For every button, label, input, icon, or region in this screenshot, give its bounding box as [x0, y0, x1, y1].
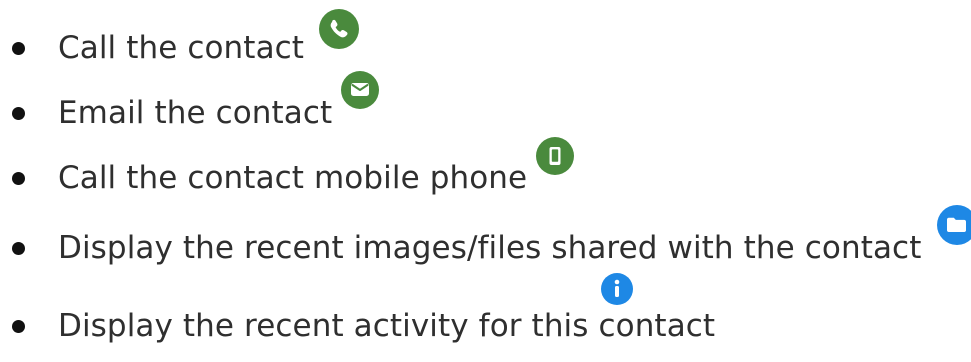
list-item-label: Call the contact: [58, 30, 305, 66]
list-item-call-contact: Call the contact: [0, 0, 971, 66]
folder-icon[interactable]: [936, 204, 971, 246]
list-item-label: Call the contact mobile phone: [58, 160, 528, 196]
list-item-label: Display the recent images/files shared w…: [58, 230, 922, 266]
list-item-call-mobile: Call the contact mobile phone: [0, 130, 971, 196]
list-item-label: Email the contact: [58, 95, 333, 131]
mobile-phone-icon[interactable]: [535, 136, 575, 176]
bullet-marker: [12, 320, 25, 333]
phone-icon[interactable]: [318, 8, 360, 50]
bullet-marker: [12, 107, 25, 120]
bullet-marker: [12, 172, 25, 185]
bullet-marker: [12, 242, 25, 255]
list-item-recent-activity: Display the recent activity for this con…: [0, 264, 971, 344]
list-item-email-contact: Email the contact: [0, 65, 971, 131]
bullet-marker: [12, 42, 25, 55]
info-icon[interactable]: [600, 272, 634, 306]
list-item-shared-files: Display the recent images/files shared w…: [0, 200, 971, 266]
list-item-label: Display the recent activity for this con…: [58, 308, 716, 344]
email-icon[interactable]: [340, 70, 380, 110]
